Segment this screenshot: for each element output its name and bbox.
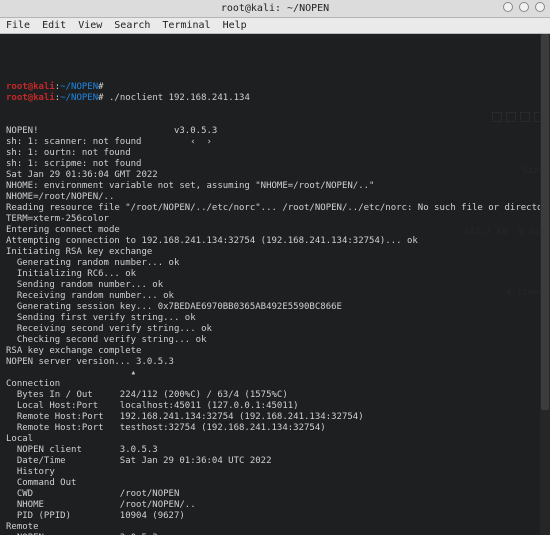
- output-line: Bytes In / Out 224/112 (200%C) / 63/4 (1…: [6, 390, 544, 401]
- scrollbar-thumb[interactable]: [541, 34, 549, 410]
- output-line: NOPEN! v3.0.5.3: [6, 126, 544, 137]
- output-line: sh: 1: scanner: not found ‹ ›: [6, 137, 544, 148]
- output-line: Remote Host:Port testhost:32754 (192.168…: [6, 423, 544, 434]
- output-line: Sat Jan 29 01:36:04 GMT 2022: [6, 170, 544, 181]
- output-line: sh: 1: scripme: not found: [6, 159, 544, 170]
- prompt-user: root@kali: [6, 93, 55, 103]
- window-controls: [503, 2, 545, 12]
- menu-help[interactable]: Help: [223, 20, 247, 31]
- output-line: NOPEN server version... 3.0.5.3: [6, 357, 544, 368]
- output-line: Local Host:Port localhost:45011 (127.0.0…: [6, 401, 544, 412]
- output-line: Sending random number... ok: [6, 280, 544, 291]
- prompt-command: ./noclient 192.168.241.134: [109, 93, 250, 103]
- output-line: Generating random number... ok: [6, 258, 544, 269]
- prompt-line: root@kali:~/NOPEN#: [6, 82, 544, 93]
- output-line: History: [6, 467, 544, 478]
- output-line: Receiving second verify string... ok: [6, 324, 544, 335]
- output-line: Sending first verify string... ok: [6, 313, 544, 324]
- prompt-area: root@kali:~/NOPEN# root@kali:~/NOPEN# ./…: [6, 82, 544, 104]
- window-titlebar: root@kali: ~/NOPEN: [0, 0, 550, 18]
- terminal-scrollbar[interactable]: [540, 34, 550, 535]
- minimize-icon[interactable]: [503, 2, 513, 12]
- menu-view[interactable]: View: [78, 20, 102, 31]
- terminal-output: NOPEN! v3.0.5.3sh: 1: scanner: not found…: [6, 126, 544, 535]
- output-line: CWD /root/NOPEN: [6, 489, 544, 500]
- output-line: Command Out: [6, 478, 544, 489]
- prompt-hash: #: [98, 93, 109, 103]
- output-line: RSA key exchange complete: [6, 346, 544, 357]
- output-line: NHOME=/root/NOPEN/..: [6, 192, 544, 203]
- output-line: Connection: [6, 379, 544, 390]
- prompt-path: ~/NOPEN: [60, 93, 98, 103]
- output-line: Receiving random number... ok: [6, 291, 544, 302]
- output-line: Date/Time Sat Jan 29 01:36:04 UTC 2022: [6, 456, 544, 467]
- output-line: PID (PPID) 10904 (9627): [6, 511, 544, 522]
- output-line: Initializing RC6... ok: [6, 269, 544, 280]
- output-line: Reading resource file "/root/NOPEN/../et…: [6, 203, 544, 214]
- prompt-user: root@kali: [6, 82, 55, 92]
- output-line: NHOME /root/NOPEN/..: [6, 500, 544, 511]
- window-title: root@kali: ~/NOPEN: [221, 3, 329, 14]
- output-line: Remote Host:Port 192.168.241.134:32754 (…: [6, 412, 544, 423]
- menu-file[interactable]: File: [6, 20, 30, 31]
- output-line: sh: 1: ourtn: not found: [6, 148, 544, 159]
- output-line: NOPEN client 3.0.5.3: [6, 445, 544, 456]
- output-line: Generating session key... 0x7BEDAE6970BB…: [6, 302, 544, 313]
- output-line: Attempting connection to 192.168.241.134…: [6, 236, 544, 247]
- output-line: Entering connect mode: [6, 225, 544, 236]
- prompt-line: root@kali:~/NOPEN# ./noclient 192.168.24…: [6, 93, 544, 104]
- menu-search[interactable]: Search: [114, 20, 150, 31]
- output-line: TERM=xterm-256color: [6, 214, 544, 225]
- close-icon[interactable]: [535, 2, 545, 12]
- maximize-icon[interactable]: [519, 2, 529, 12]
- output-line: Initiating RSA key exchange: [6, 247, 544, 258]
- menu-bar: File Edit View Search Terminal Help: [0, 18, 550, 34]
- output-line: NHOME: environment variable not set, ass…: [6, 181, 544, 192]
- output-line: Checking second verify string... ok: [6, 335, 544, 346]
- prompt-path: ~/NOPEN: [60, 82, 98, 92]
- output-line: ▴: [6, 368, 544, 379]
- menu-terminal[interactable]: Terminal: [162, 20, 210, 31]
- prompt-hash: #: [98, 82, 109, 92]
- output-line: Remote: [6, 522, 544, 533]
- terminal[interactable]: Size 241.2 kB 8 Dis 4 items root@kali:~/…: [0, 34, 550, 535]
- output-line: Local: [6, 434, 544, 445]
- menu-edit[interactable]: Edit: [42, 20, 66, 31]
